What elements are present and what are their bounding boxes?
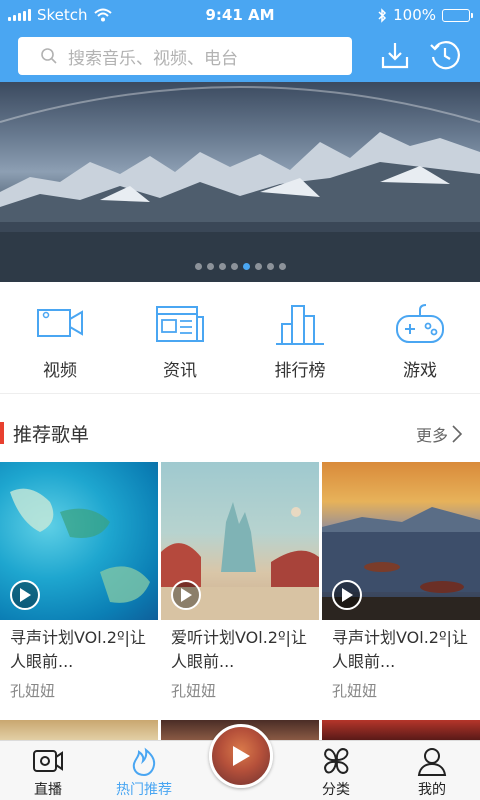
playlist-cover xyxy=(161,462,319,620)
carousel-indicator xyxy=(0,263,480,270)
clover-icon xyxy=(324,748,349,774)
tab-label: 分类 xyxy=(322,782,350,798)
now-playing-button[interactable] xyxy=(209,724,273,788)
header: Sketch 9:41 AM 100% 搜索音乐、视频、电台 xyxy=(0,0,480,82)
more-label: 更多 xyxy=(415,426,448,445)
category-news[interactable]: 资讯 xyxy=(120,282,240,393)
category-label: 资讯 xyxy=(163,361,197,381)
playlist-card[interactable]: 寻声计划VOl.2º|让人眼前... 孔妞妞 xyxy=(0,462,158,701)
tab-label: 直播 xyxy=(34,782,62,798)
news-icon xyxy=(156,306,204,342)
person-icon xyxy=(417,748,447,776)
status-bar: Sketch 9:41 AM 100% xyxy=(0,0,480,30)
tab-mine[interactable]: 我的 xyxy=(384,741,480,800)
playlist-cover-peek xyxy=(322,720,480,740)
play-icon[interactable] xyxy=(10,580,40,610)
section-title: 推荐歌单 xyxy=(13,424,90,446)
history-icon[interactable] xyxy=(428,38,462,72)
battery-icon xyxy=(442,8,473,22)
playlist-title: 寻声计划VOl.2º|让人眼前... xyxy=(10,628,146,671)
playlist-cover xyxy=(322,462,480,620)
tab-hot-recommend[interactable]: 热门推荐 xyxy=(96,741,192,800)
flame-icon xyxy=(132,747,156,777)
bluetooth-icon xyxy=(378,7,387,23)
section-accent-bar xyxy=(0,422,4,444)
playlist-title: 寻声计划VOl.2º|让人眼前... xyxy=(332,628,468,671)
battery-percent: 100% xyxy=(393,6,436,24)
playlist-author: 孔妞妞 xyxy=(10,682,56,700)
category-label: 视频 xyxy=(43,361,77,381)
gamepad-icon xyxy=(396,304,444,343)
playlist-cover-peek xyxy=(0,720,158,740)
play-icon[interactable] xyxy=(171,580,201,610)
category-row: 视频 资讯 排行榜 游戏 xyxy=(0,282,480,394)
banner-image xyxy=(0,86,480,282)
search-icon xyxy=(41,48,57,64)
ranking-icon xyxy=(276,305,324,345)
recommended-playlists-header: 推荐歌单 更多 xyxy=(0,416,480,450)
more-link[interactable]: 更多 xyxy=(416,422,462,446)
video-camera-icon xyxy=(37,309,83,337)
playlist-author: 孔妞妞 xyxy=(332,682,378,700)
chevron-right-icon xyxy=(452,425,462,443)
tab-label: 热门推荐 xyxy=(116,782,172,798)
category-label: 游戏 xyxy=(403,361,437,381)
category-video[interactable]: 视频 xyxy=(0,282,120,393)
banner-carousel[interactable] xyxy=(0,82,480,282)
live-camera-icon xyxy=(33,750,63,772)
search-box[interactable]: 搜索音乐、视频、电台 xyxy=(18,37,352,75)
download-icon[interactable] xyxy=(378,38,412,72)
search-placeholder: 搜索音乐、视频、电台 xyxy=(68,48,238,69)
tab-live[interactable]: 直播 xyxy=(0,741,96,800)
playlist-card[interactable]: 寻声计划VOl.2º|让人眼前... 孔妞妞 xyxy=(322,462,480,701)
tab-category[interactable]: 分类 xyxy=(288,741,384,800)
playlist-grid: 寻声计划VOl.2º|让人眼前... 孔妞妞 爱听计划VOl.2º|让人眼前..… xyxy=(0,462,480,701)
category-label: 排行榜 xyxy=(274,361,326,381)
category-ranking[interactable]: 排行榜 xyxy=(240,282,360,393)
category-games[interactable]: 游戏 xyxy=(360,282,480,393)
playlist-title: 爱听计划VOl.2º|让人眼前... xyxy=(171,628,307,671)
play-icon[interactable] xyxy=(332,580,362,610)
playlist-card[interactable]: 爱听计划VOl.2º|让人眼前... 孔妞妞 xyxy=(161,462,319,701)
play-icon xyxy=(233,746,250,766)
tab-label: 我的 xyxy=(418,782,446,798)
playlist-cover xyxy=(0,462,158,620)
playlist-author: 孔妞妞 xyxy=(171,682,217,700)
